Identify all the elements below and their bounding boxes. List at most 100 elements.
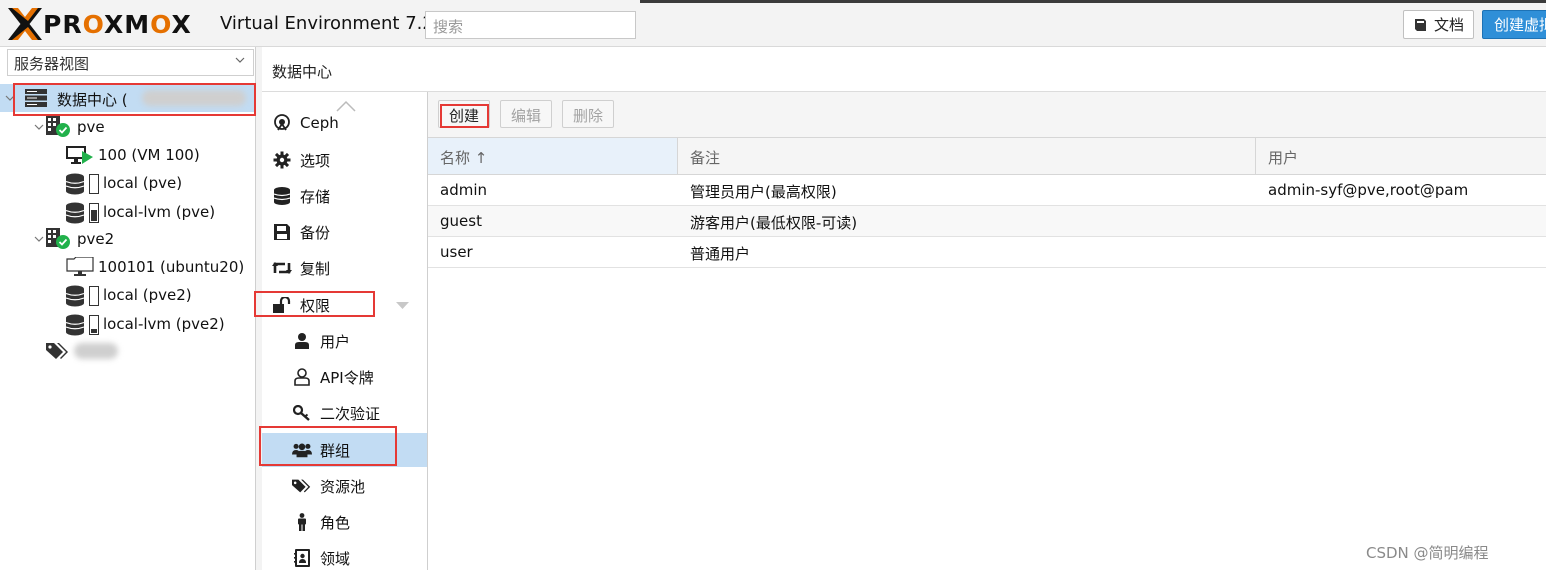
menu-item-label: 二次验证 [320, 404, 381, 423]
tags-icon [46, 343, 68, 359]
tree-item-label: local (pve) [103, 174, 183, 192]
create-vm-button[interactable]: 创建虚拟机 [1482, 10, 1546, 39]
tree-item-pool[interactable] [0, 337, 256, 365]
tree-item-vm[interactable]: 100101 (ubuntu20) [0, 253, 256, 281]
tree-item-storage[interactable]: local (pve2) [0, 281, 256, 309]
column-header-users[interactable]: 用户 [1256, 138, 1546, 174]
collapse-caret-icon [396, 302, 409, 309]
storage-icon [66, 285, 99, 307]
menu-item-backup[interactable]: 备份 [262, 215, 427, 249]
menu-item-pools[interactable]: 资源池 [262, 469, 427, 503]
column-header-name[interactable]: 名称 ↑ [428, 138, 678, 174]
vm-template-icon [66, 257, 94, 276]
table-row[interactable]: user 普通用户 [428, 237, 1546, 268]
menu-item-label: 选项 [300, 151, 331, 170]
cell-comment: 管理员用户(最高权限) [690, 183, 837, 201]
cell-users: admin-syf@pve,root@pam [1268, 181, 1469, 199]
menu-item-storage[interactable]: 存储 [262, 179, 427, 213]
storage-lvm-icon [66, 314, 99, 336]
menu-item-permissions[interactable]: 权限 [262, 288, 427, 322]
top-header: PROXMOX Virtual Environment 7.2-3 搜索 文档 … [0, 0, 1546, 47]
tree-item-label: local (pve2) [103, 286, 192, 304]
server-view-value: 服务器视图 [14, 55, 90, 73]
menu-item-replication[interactable]: 复制 [262, 251, 427, 285]
search-input[interactable]: 搜索 [425, 11, 636, 39]
create-button[interactable]: 创建 [438, 100, 491, 128]
content-title-bar: 数据中心 [262, 47, 1546, 92]
menu-item-two-factor[interactable]: 二次验证 [262, 396, 427, 430]
node-building-icon [46, 228, 70, 249]
groups-toolbar: 创建 编辑 删除 [428, 92, 1546, 138]
menu-item-groups[interactable]: 群组 [262, 433, 427, 467]
table-row[interactable]: admin 管理员用户(最高权限) admin-syf@pve,root@pam [428, 175, 1546, 206]
tree-item-vm[interactable]: 100 (VM 100) [0, 141, 256, 169]
menu-item-label: API令牌 [320, 368, 374, 387]
menu-item-api-tokens[interactable]: API令牌 [262, 360, 427, 394]
groups-panel: 创建 编辑 删除 名称 ↑ 备注 用户 admin 管理员用户(最高权限) ad… [428, 92, 1546, 570]
gear-icon [272, 151, 292, 169]
menu-item-label: 存储 [300, 187, 331, 206]
menu-item-options[interactable]: 选项 [262, 143, 427, 177]
delete-button[interactable]: 删除 [562, 100, 615, 128]
tags-icon [292, 477, 312, 495]
version-label: Virtual Environment 7.2-3 [220, 13, 452, 34]
tree-item-datacenter[interactable]: 数据中心 ( [0, 84, 256, 112]
tree-item-storage[interactable]: local-lvm (pve2) [0, 310, 256, 338]
menu-item-users[interactable]: 用户 [262, 324, 427, 358]
tree-item-node[interactable]: pve2 [0, 225, 256, 253]
male-icon [292, 513, 312, 531]
csdn-watermark: CSDN @简明编程 [1366, 544, 1489, 562]
cell-comment: 游客用户(最低权限-可读) [690, 214, 858, 232]
chevron-down-icon [235, 57, 245, 63]
cell-name: admin [440, 181, 487, 199]
menu-item-label: 群组 [320, 441, 351, 460]
proxmox-x-icon [8, 8, 42, 40]
book-icon [1415, 18, 1426, 31]
table-row[interactable]: guest 游客用户(最低权限-可读) [428, 206, 1546, 237]
floppy-icon [272, 223, 292, 241]
tree-item-label: local-lvm (pve) [103, 203, 216, 221]
cell-name: guest [440, 212, 482, 230]
tree-item-storage[interactable]: local (pve) [0, 169, 256, 197]
menu-item-label: 领域 [320, 549, 351, 568]
column-header-comment[interactable]: 备注 [678, 138, 1256, 174]
database-icon [272, 187, 292, 205]
cell-name: user [440, 243, 473, 261]
users-icon [292, 441, 312, 459]
user-icon [292, 332, 312, 350]
cell-users [1256, 237, 1280, 267]
edit-button[interactable]: 编辑 [500, 100, 553, 128]
proxmox-logo[interactable]: PROXMOX [8, 8, 192, 40]
redacted-text [74, 343, 118, 359]
datacenter-menu: Ceph 选项 存储 备份 复制 权限 用户 API令牌 二次验证 群组 资源池 [262, 92, 428, 570]
expand-icon [34, 124, 44, 130]
cell-users [1256, 206, 1280, 236]
tree-item-label: 100 (VM 100) [98, 146, 200, 164]
server-view-select[interactable]: 服务器视图 [7, 49, 254, 76]
tree-item-storage[interactable]: local-lvm (pve) [0, 198, 256, 226]
menu-item-label: 权限 [300, 296, 331, 315]
menu-item-ceph[interactable]: Ceph [262, 106, 427, 140]
server-stack-icon [25, 89, 47, 107]
key-icon [292, 404, 312, 422]
unlock-icon [272, 296, 292, 314]
menu-item-label: 资源池 [320, 477, 366, 496]
create-vm-label: 创建虚拟机 [1494, 16, 1546, 34]
menu-item-realms[interactable]: 领域 [262, 541, 427, 570]
menu-item-label: 备份 [300, 223, 331, 242]
retweet-icon [272, 259, 292, 277]
tree-item-node[interactable]: pve [0, 113, 256, 141]
menu-item-roles[interactable]: 角色 [262, 505, 427, 539]
tree-item-label: 100101 (ubuntu20) [98, 258, 245, 276]
menu-item-label: Ceph [300, 114, 339, 132]
menu-item-label: 用户 [320, 332, 351, 351]
storage-lvm-icon [66, 202, 99, 224]
node-building-icon [46, 116, 70, 137]
docs-button[interactable]: 文档 [1403, 10, 1474, 39]
menu-item-label: 角色 [320, 513, 351, 532]
cell-comment: 普通用户 [690, 245, 751, 263]
tree-item-label: pve2 [77, 230, 115, 248]
redacted-text [142, 90, 246, 106]
menu-item-label: 复制 [300, 259, 331, 278]
logo-wordmark: PROXMOX [43, 9, 192, 39]
